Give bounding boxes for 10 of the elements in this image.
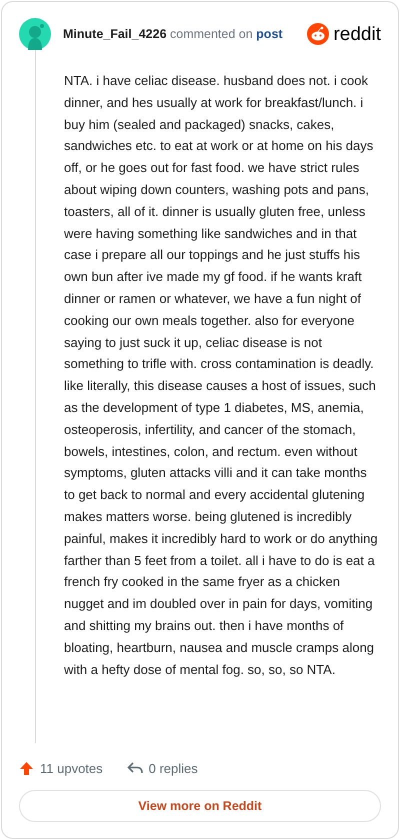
upvote-count: 11 upvotes <box>40 760 103 778</box>
comment-header: Minute_Fail_4226 commented on post <box>63 26 283 43</box>
upvote-arrow-icon[interactable] <box>19 760 34 776</box>
comment-body: NTA. i have celiac disease. husband does not. i cook dinner, and hes usually at work for breakfast/lunch. i buy him (sealed and packaged) snacks, cakes, sandwiches etc. to eat at work or at home on his days off, or he goes out for fast food. we have strict rules about wiping down counters, washing pots and pans, toasters, all of it. dinner is usually gluten free, unless were having something like sandwiches and in that case i prepare all our toppings and he just stuffs his own bun after ive made my gf food. if he wants kraft dinner or ramen or whatever, we have a fun night of cooking our own meals together. also for everyone saying to just suck it up, celiac disease is not something to trifle with. cross contamination is deadly. like literally, this disease causes a host of issues, such as the development of type 1 diabetes, MS, anemia, osteoperosis, infertility, and cancer of the stomach, bowels, intestines, colon, and rectum. even without symptoms, gluten attacks villi and it can take months to get back to normal and every accidental glutening makes matters worse. being glutened is incredibly painful, makes it incredibly hard to work or do anything farther than 5 feet from a toilet. all i have to do is eat a french fry cooked in the same fryer as a chicken nugget and im doubled over in pain for days, vomiting and shitting my brains out. then i have months of bloating, heartburn, nausea and muscle cramps along with a hefty dose of mental fog. so, so, so NTA. <box>63 72 379 679</box>
brand-name: reddit <box>333 24 381 44</box>
reply-arrow-icon[interactable] <box>126 761 143 776</box>
reddit-logo-icon <box>307 23 330 45</box>
reply-count: 0 replies <box>148 760 198 778</box>
avatar-icon <box>19 18 51 50</box>
view-more-button[interactable]: View more on Reddit <box>19 790 381 822</box>
